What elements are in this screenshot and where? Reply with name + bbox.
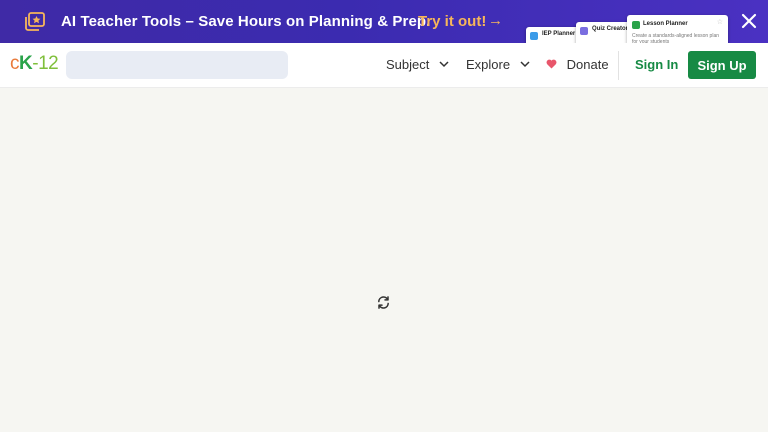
iep-planner-icon (530, 32, 538, 40)
nav-subject-label: Subject (386, 57, 430, 72)
lesson-planner-icon (632, 21, 640, 29)
arrow-right-icon[interactable]: → (488, 12, 503, 29)
main-content (0, 88, 768, 432)
ck12-logo[interactable]: cK-12 (10, 53, 59, 75)
banner-cta-link[interactable]: Try it out! (418, 13, 486, 30)
lesson-planner-title: Lesson Planner (643, 21, 688, 27)
ai-tools-star-icon (25, 12, 45, 31)
nav-explore-menu[interactable]: Explore (466, 57, 530, 72)
lesson-planner-card: Lesson Planner ☆ Create a standards-alig… (627, 15, 728, 43)
donate-label: Donate (566, 57, 609, 72)
loading-spinner-icon (378, 296, 389, 309)
quiz-creator-card: Quiz Creator (576, 22, 632, 43)
nav-subject-menu[interactable]: Subject (386, 57, 449, 72)
header-divider (618, 51, 619, 80)
quiz-creator-title: Quiz Creator (592, 26, 629, 32)
lesson-planner-description: Create a standards-aligned lesson plan f… (632, 33, 719, 43)
search-input[interactable] (66, 51, 288, 79)
chevron-down-icon (439, 61, 449, 67)
iep-planner-title: IEP Planner (542, 31, 576, 37)
sign-up-button[interactable]: Sign Up (688, 51, 756, 79)
promo-banner[interactable]: AI Teacher Tools – Save Hours on Plannin… (0, 0, 768, 43)
site-header: cK-12 Subject Explore Donate Sign In Sig… (0, 43, 768, 88)
banner-headline: AI Teacher Tools – Save Hours on Plannin… (61, 13, 431, 30)
close-icon[interactable] (739, 11, 759, 31)
donate-link[interactable]: Donate (546, 57, 609, 72)
logo-number: 12 (38, 53, 59, 74)
logo-c: c (10, 53, 20, 74)
logo-k: K (19, 53, 33, 74)
star-icon: ☆ (716, 19, 723, 26)
quiz-creator-icon (580, 27, 588, 35)
sign-in-button[interactable]: Sign In (635, 57, 678, 72)
heart-icon (546, 59, 557, 69)
iep-planner-card: IEP Planner (526, 27, 580, 43)
nav-explore-label: Explore (466, 57, 511, 72)
chevron-down-icon (520, 61, 530, 67)
